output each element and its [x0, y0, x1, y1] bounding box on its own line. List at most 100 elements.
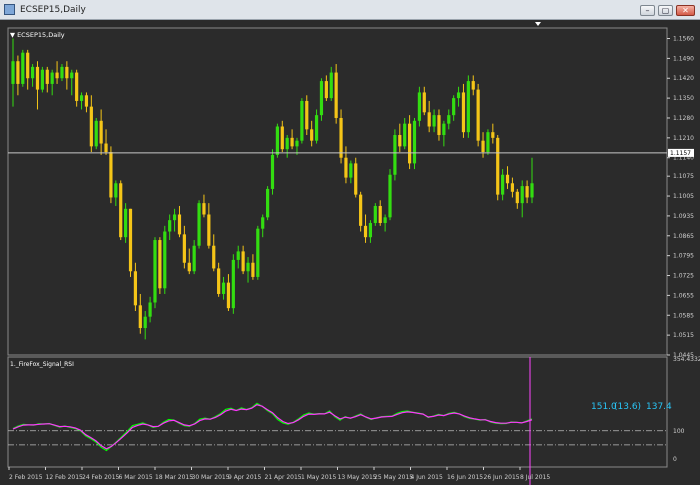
window-titlebar: ECSEP15,Daily – ▢ ✕ — [0, 0, 700, 20]
indicator-tick-label: 354.4332 — [673, 356, 700, 363]
candle-body — [378, 205, 382, 224]
candle-body — [221, 282, 226, 294]
candle-body — [55, 72, 59, 79]
chart-shift-marker — [535, 22, 541, 26]
candle-body — [442, 123, 446, 136]
rsi-signal-line — [12, 404, 533, 450]
candle-body — [89, 106, 93, 147]
price-tick-label: 1.0865 — [673, 233, 694, 240]
candle-body — [368, 223, 373, 238]
candle-body — [177, 214, 182, 235]
chart-window-icon — [4, 4, 15, 15]
candle-body — [334, 72, 338, 118]
price-and-indicator-chart[interactable]: 1.1560 1.1490 1.1420 1.1350 1.1280 1.1210 1.11… — [0, 20, 700, 485]
candle-body — [138, 305, 142, 329]
time-tick-label: 25 May 2015 — [374, 474, 413, 481]
price-pane: 1.1560 1.1490 1.1420 1.1350 1.1280 1.1210 1.11… — [7, 22, 694, 359]
candle-body — [148, 302, 152, 317]
candle-body — [505, 174, 510, 184]
time-axis: 2 Feb 2015 12 Feb 2015 24 Feb 2015 6 Mar 20… — [8, 467, 550, 481]
candle-body — [45, 69, 49, 84]
candle-body — [393, 135, 397, 175]
candle-body — [119, 183, 123, 238]
candle-body — [530, 183, 534, 198]
candle-body — [153, 240, 157, 303]
candle-body — [314, 115, 319, 141]
candle-body — [510, 183, 515, 192]
time-tick-label: 24 Feb 2015 — [82, 474, 120, 481]
time-tick-label: 30 Mar 2015 — [192, 474, 230, 481]
time-tick-label: 1 May 2015 — [301, 474, 336, 481]
candle-body — [388, 174, 392, 218]
candle-body — [373, 205, 377, 224]
chart-area[interactable]: 1.1560 1.1490 1.1420 1.1350 1.1280 1.1210 1.11… — [0, 20, 700, 485]
candle-body — [226, 282, 231, 309]
candle-body — [412, 120, 417, 164]
rsi-indicator-pane: 1._FireFox_Signal_RSI354.43321000151.0(1… — [7, 356, 700, 485]
candle-body — [16, 61, 20, 84]
indicator-title: 1._FireFox_Signal_RSI — [10, 361, 74, 368]
candle-body — [295, 140, 299, 147]
candle-body — [456, 92, 461, 99]
candle-body — [79, 95, 84, 101]
price-tick-label: 1.1075 — [673, 173, 694, 180]
candle-body — [104, 143, 108, 153]
chart-symbol-title: ▼ ECSEP15,Daily — [10, 31, 65, 39]
minimize-button[interactable]: – — [640, 5, 655, 16]
maximize-button[interactable]: ▢ — [658, 5, 673, 16]
time-tick-label: 26 Jun 2015 — [484, 474, 520, 481]
indicator-tick-label: 0 — [673, 456, 677, 463]
candle-body — [324, 81, 328, 99]
candle-body — [417, 92, 421, 121]
candle-body — [471, 81, 475, 90]
close-button[interactable]: ✕ — [676, 5, 695, 16]
candle-body — [182, 234, 186, 263]
candle-body — [270, 154, 275, 189]
candle-body — [403, 123, 407, 147]
candle-body — [50, 72, 54, 84]
price-tick-label: 1.1490 — [673, 55, 694, 62]
candle-body — [266, 188, 270, 218]
candle-body — [275, 126, 279, 155]
candle-body — [398, 135, 402, 147]
price-tick-label: 1.1210 — [673, 135, 694, 142]
candle-body — [192, 245, 196, 272]
candle-body — [35, 66, 40, 90]
candle-body — [26, 52, 30, 79]
candle-body — [466, 81, 470, 133]
candle-body — [207, 214, 211, 246]
price-tick-label: 1.1420 — [673, 75, 694, 82]
candle-body — [158, 240, 162, 289]
candle-body — [329, 72, 333, 99]
candle-body — [133, 271, 138, 306]
candle-body — [172, 214, 177, 221]
indicator-readout-value-3: 137.4 — [646, 402, 672, 412]
candle-body — [241, 251, 245, 272]
time-tick-label: 16 Jun 2015 — [447, 474, 483, 481]
price-tick-label: 1.1350 — [673, 95, 694, 102]
candle-body — [109, 152, 113, 198]
time-tick-label: 6 Mar 2015 — [119, 474, 153, 481]
candle-body — [99, 120, 103, 144]
candle-body — [114, 183, 118, 198]
candle-body — [231, 259, 235, 309]
time-tick-label: 21 Apr 2015 — [265, 474, 302, 481]
candle-body — [319, 81, 324, 116]
candle-body — [501, 174, 505, 195]
candle-body — [339, 117, 343, 158]
price-tick-label: 1.0585 — [673, 312, 694, 319]
price-tick-label: 1.0655 — [673, 292, 694, 299]
price-tick-label: 1.0935 — [673, 213, 694, 220]
time-tick-label: 2 Feb 2015 — [9, 474, 43, 481]
candle-body — [515, 191, 519, 204]
candle-body — [60, 66, 64, 79]
candle-body — [496, 137, 500, 195]
candle-body — [75, 72, 79, 101]
candle-body — [128, 208, 133, 272]
candle-body — [305, 100, 309, 130]
candle-body — [236, 251, 240, 260]
price-tick-label: 1.0725 — [673, 273, 694, 280]
candle-body — [525, 186, 529, 198]
price-tick-label: 1.1005 — [673, 193, 694, 200]
candle-body — [363, 225, 368, 238]
